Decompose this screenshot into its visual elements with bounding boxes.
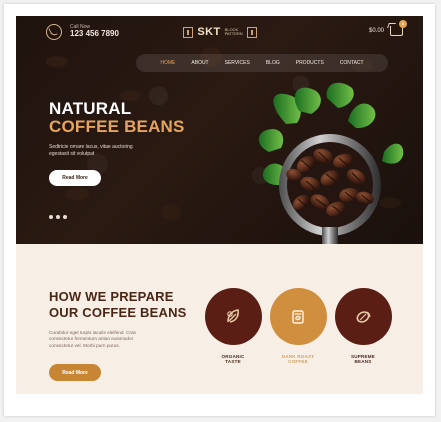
feature-supreme: SUPREME BEANS <box>334 288 392 365</box>
slider-dot-3[interactable] <box>63 215 67 219</box>
about-title-line-1: HOW WE PREPARE <box>49 289 174 304</box>
about-title-line-2: OUR COFFEE BEANS <box>49 305 187 320</box>
nav-item-blog[interactable]: BLOG <box>266 60 280 66</box>
leaf-4 <box>348 103 376 129</box>
about-section: HOW WE PREPARE OUR COFFEE BEANS Curabitu… <box>16 244 423 394</box>
about-text-line-3: consectetur vel. Morbi purn purus. <box>49 342 120 348</box>
website-preview: Call Now 123 456 7890 SKT BLOCK PATTERN … <box>16 16 423 394</box>
cart-icon: 0 <box>390 20 407 36</box>
phone-icon <box>46 24 62 40</box>
hero-headline-line-1: NATURAL <box>49 99 132 118</box>
nav-item-products[interactable]: PRODUCTS <box>296 60 324 66</box>
slider-dot-1[interactable] <box>49 215 53 219</box>
scoop-handle <box>322 227 338 244</box>
slider-dot-2[interactable] <box>56 215 60 219</box>
cart-price: $0.00 <box>368 28 384 34</box>
leaf-icon <box>227 308 239 323</box>
about-read-more-button[interactable]: Read More <box>49 364 101 381</box>
cart[interactable]: $0.00 0 <box>368 20 407 36</box>
leaf-6 <box>382 143 404 164</box>
slider-dots <box>49 215 67 219</box>
bean-icon <box>356 310 371 323</box>
feature-organic-line-2: TASTE <box>225 359 241 365</box>
phone-number: 123 456 7890 <box>70 29 119 39</box>
nav-item-contact[interactable]: CONTACT <box>340 60 364 66</box>
leaf-3 <box>326 82 354 108</box>
coffee-bag-icon <box>292 309 304 324</box>
logo-box-icon-right <box>246 26 257 38</box>
feature-dark-roast: DARK ROAST COFFEE <box>269 288 327 365</box>
logo-box-icon <box>183 26 194 38</box>
dark-roast-circle <box>269 288 327 345</box>
hero-description-line-1: Sedtricie ornare lacus, vitae auctoring <box>49 144 133 150</box>
logo-sub-2: PATTERN <box>224 31 243 36</box>
feature-supreme-line-2: BEANS <box>354 359 372 365</box>
nav-item-about[interactable]: ABOUT <box>191 60 208 66</box>
coffee-scoop-illustration <box>258 82 404 244</box>
main-navigation: HOME ABOUT SERVICES BLOG PRODUCTS CONTAC… <box>136 54 388 72</box>
hero-headline-line-2: COFFEE BEANS <box>49 117 185 136</box>
leaf-2 <box>294 87 321 114</box>
logo-main: SKT <box>197 26 221 38</box>
nav-item-services[interactable]: SERVICES <box>225 60 250 66</box>
hero-read-more-button[interactable]: Read More <box>49 170 101 186</box>
hero-section: Call Now 123 456 7890 SKT BLOCK PATTERN … <box>16 16 423 244</box>
phone-text: Call Now 123 456 7890 <box>70 24 119 39</box>
hero-description: Sedtricie ornare lacus, vitae auctoring … <box>49 144 144 157</box>
feature-dark-roast-line-2: COFFEE <box>288 359 308 365</box>
call-info[interactable]: Call Now 123 456 7890 <box>46 24 119 40</box>
topbar: Call Now 123 456 7890 SKT BLOCK PATTERN … <box>16 16 423 56</box>
feature-organic: ORGANIC TASTE <box>204 288 262 365</box>
cart-count-badge: 0 <box>399 20 407 28</box>
hero-description-line-2: egestasit sit volutpat <box>49 150 95 157</box>
nav-item-home[interactable]: HOME <box>160 60 175 66</box>
call-label: Call Now <box>70 24 91 31</box>
supreme-circle <box>334 288 392 345</box>
leaf-5 <box>258 129 284 152</box>
about-description: Curabitur eget turpis iaculis eleifend. … <box>49 330 169 349</box>
logo-sub: BLOCK PATTERN <box>225 28 243 36</box>
hero-copy: NATURAL COFFEE BEANS Sedtricie ornare la… <box>49 100 199 186</box>
organic-circle <box>204 288 262 345</box>
site-logo[interactable]: SKT BLOCK PATTERN <box>183 24 257 40</box>
